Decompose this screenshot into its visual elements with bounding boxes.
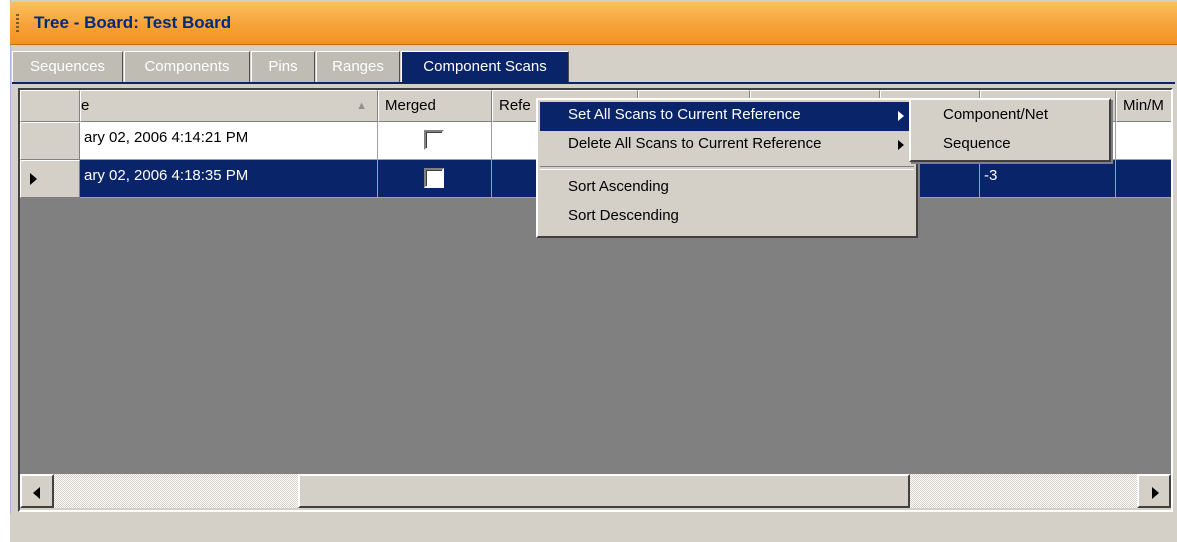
merged-checkbox[interactable] (423, 168, 444, 188)
current-row-arrow-icon (30, 173, 37, 185)
submenu: Component/Net Sequence (909, 98, 1111, 162)
scroll-left-button[interactable] (20, 474, 54, 508)
menu-item-label: Delete All Scans to Current Reference (568, 135, 822, 152)
submenu-item-sequence[interactable]: Sequence (913, 131, 1107, 160)
menu-item-set-all-scans[interactable]: Set All Scans to Current Reference (540, 102, 914, 131)
cell-col7[interactable]: -3 (980, 160, 1116, 198)
column-header-merged[interactable]: Merged (378, 90, 492, 122)
horizontal-scrollbar[interactable] (20, 474, 1171, 510)
tab-component-scans[interactable]: Component Scans (401, 51, 569, 82)
tab-components[interactable]: Components (124, 51, 250, 82)
menu-item-sort-descending[interactable]: Sort Descending (540, 203, 914, 232)
menu-item-label: Set All Scans to Current Reference (568, 106, 801, 123)
menu-item-label: Sort Ascending (568, 178, 669, 195)
scroll-track[interactable] (54, 474, 1137, 508)
menu-item-delete-all-scans[interactable]: Delete All Scans to Current Reference (540, 131, 914, 160)
menu-separator (540, 166, 914, 170)
column-header-date-label: e (81, 97, 90, 114)
menu-item-sort-ascending[interactable]: Sort Ascending (540, 174, 914, 203)
column-header-min-max[interactable]: Min/M (1116, 90, 1171, 122)
panel-titlebar[interactable]: Tree - Board: Test Board (10, 2, 1177, 45)
menu-item-label: Sort Descending (568, 207, 679, 224)
drag-grip-icon[interactable] (16, 14, 19, 34)
merged-checkbox[interactable] (423, 130, 444, 150)
sort-ascending-icon: ▲ (356, 100, 367, 112)
status-bar (10, 514, 1177, 542)
tab-pins[interactable]: Pins (251, 51, 315, 82)
row-header-corner (20, 90, 80, 122)
tab-underline (12, 82, 1175, 84)
submenu-arrow-icon (898, 111, 904, 121)
scroll-right-button[interactable] (1137, 474, 1171, 508)
cell-date[interactable]: ary 02, 2006 4:14:21 PM (80, 122, 378, 160)
context-menu: Set All Scans to Current Reference Delet… (536, 98, 918, 238)
submenu-arrow-icon (898, 140, 904, 150)
submenu-item-component-net[interactable]: Component/Net (913, 102, 1107, 131)
window-left-edge (0, 0, 11, 542)
row-selector[interactable] (20, 122, 80, 160)
cell-merged (378, 160, 492, 198)
cell-min-max[interactable] (1116, 122, 1171, 160)
scroll-thumb[interactable] (298, 474, 910, 508)
row-selector[interactable] (20, 160, 80, 198)
cell-date[interactable]: ary 02, 2006 4:18:35 PM (80, 160, 378, 198)
tab-ranges[interactable]: Ranges (316, 51, 400, 82)
arrow-left-icon (33, 487, 40, 499)
panel-title: Tree - Board: Test Board (34, 13, 232, 32)
tab-sequences[interactable]: Sequences (12, 51, 123, 82)
cell-merged (378, 122, 492, 160)
arrow-right-icon (1152, 487, 1159, 499)
column-header-date[interactable]: e ▲ (80, 90, 378, 122)
cell-min-max[interactable] (1116, 160, 1171, 198)
